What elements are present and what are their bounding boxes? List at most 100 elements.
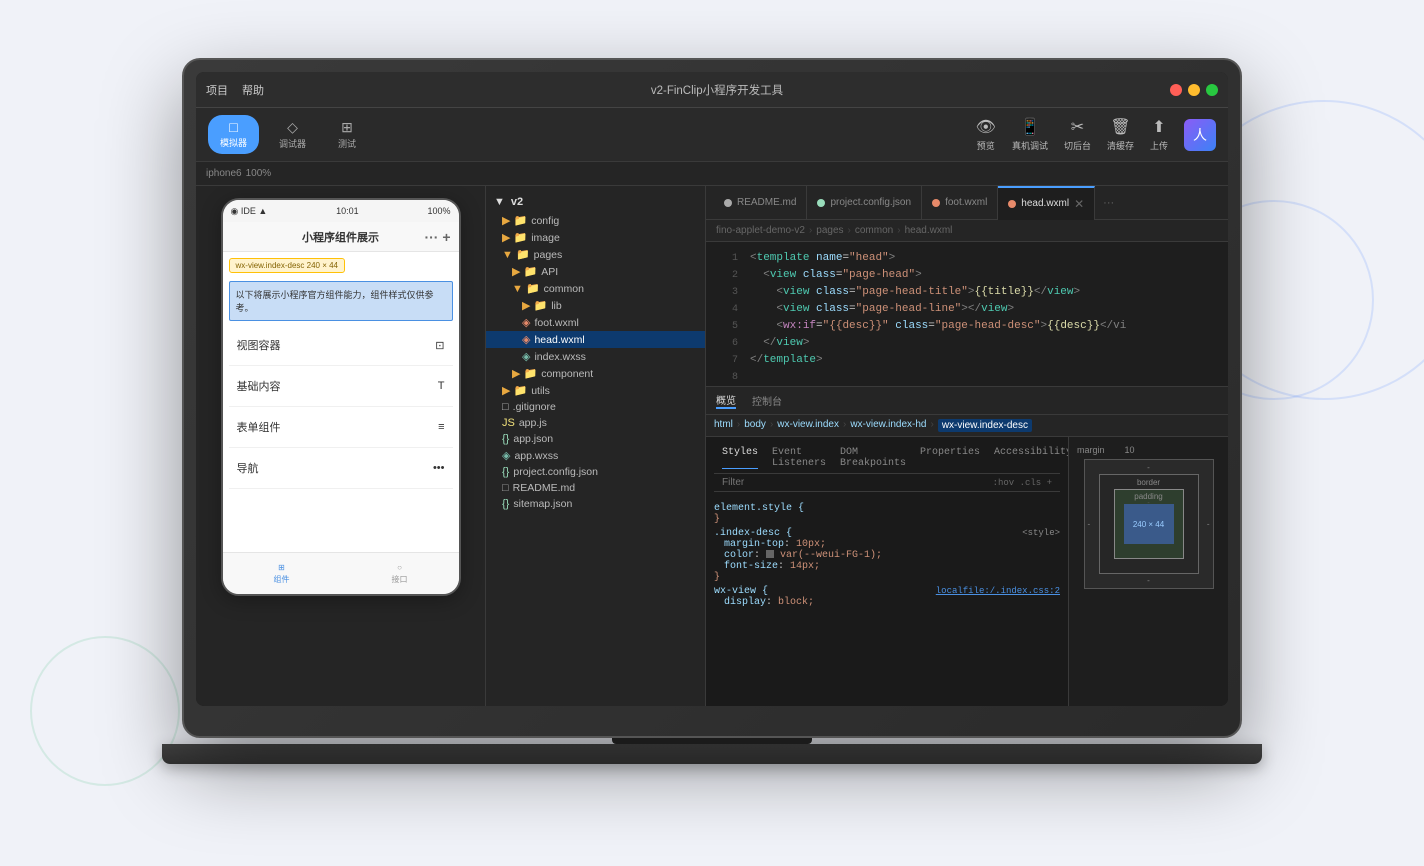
tree-gitignore[interactable]: □ .gitignore [486, 399, 705, 415]
project-tab-icon [817, 199, 825, 207]
foot-tab-icon [932, 199, 940, 207]
tree-app-json[interactable]: {} app.json [486, 431, 705, 447]
wxss-icon: ◈ [502, 449, 510, 462]
close-btn[interactable] [1170, 84, 1182, 96]
margin-label: margin [1077, 445, 1105, 455]
css-prop-display: display: block; [724, 597, 1060, 608]
list-item-4[interactable]: 导航 ••• [229, 448, 453, 489]
tree-project-config[interactable]: {} project.config.json [486, 464, 705, 480]
bottom-tab-overview[interactable]: 概览 [716, 392, 736, 409]
phone-content: wx-view.index-desc 240 × 44 以下将展示小程序官方组件… [223, 252, 459, 552]
nav-api[interactable]: ○ 接口 [341, 553, 459, 594]
event-tab[interactable]: Event Listeners [772, 447, 826, 469]
access-tab[interactable]: Accessibility [994, 447, 1068, 469]
action-preview[interactable]: 👁 预览 [976, 117, 996, 152]
toolbar-modes: □ 模拟器 ◇ 调试器 ⊞ 测试 [208, 115, 368, 154]
tree-app-wxss-label: app.wxss [514, 450, 558, 462]
nav-components[interactable]: ⊞ 组件 [223, 553, 341, 594]
tab-project-config[interactable]: project.config.json [807, 186, 922, 220]
tree-common[interactable]: ▼ 📁 common [486, 280, 705, 297]
code-line-6: 6 </view> [706, 335, 1228, 352]
tree-index-wxss[interactable]: ◈ index.wxss [486, 348, 705, 365]
tree-lib[interactable]: ▶ 📁 lib [486, 297, 705, 314]
filter-input[interactable] [722, 477, 993, 488]
tree-config[interactable]: ▶ 📁 config [486, 212, 705, 229]
path-body[interactable]: body [744, 419, 766, 432]
tree-sitemap[interactable]: {} sitemap.json [486, 496, 705, 512]
content-size: 240 × 44 [1133, 520, 1164, 529]
list-item-1[interactable]: 视图容器 ⊡ [229, 325, 453, 366]
css-source-link[interactable]: localfile:/.index.css:2 [936, 586, 1060, 597]
action-real[interactable]: 📱 真机调试 [1012, 117, 1048, 152]
more-icon[interactable]: ··· + [424, 229, 450, 245]
folder-icon: ▶ 📁 [512, 265, 537, 278]
cut-icon: ✂ [1071, 117, 1084, 137]
nav-api-label: 接口 [392, 574, 408, 585]
tree-app-js-label: app.js [519, 417, 547, 429]
tab-readme[interactable]: README.md [714, 186, 807, 220]
tree-image[interactable]: ▶ 📁 image [486, 229, 705, 246]
tree-head-wxml[interactable]: ◈ head.wxml [486, 331, 705, 348]
user-avatar[interactable]: 人 [1184, 119, 1216, 151]
tree-app-wxss[interactable]: ◈ app.wxss [486, 447, 705, 464]
css-wxview-props: display: block; [714, 597, 1060, 608]
tree-utils-label: utils [531, 385, 550, 397]
box-model-labels: margin 10 [1077, 445, 1135, 455]
path-html[interactable]: html [714, 419, 733, 432]
tree-component[interactable]: ▶ 📁 component [486, 365, 705, 382]
breadcrumb-sep-2: › [897, 225, 900, 236]
minimize-btn[interactable] [1188, 84, 1200, 96]
wxss-icon: ◈ [522, 350, 530, 363]
tab-head-wxml[interactable]: head.wxml ✕ [998, 186, 1095, 220]
tree-common-label: common [544, 283, 584, 295]
test-icon: ⊞ [341, 119, 353, 136]
tree-pages[interactable]: ▼ 📁 pages [486, 246, 705, 263]
menu-help[interactable]: 帮助 [242, 82, 264, 98]
dom-tab[interactable]: DOM Breakpoints [840, 447, 906, 469]
tree-utils[interactable]: ▶ 📁 utils [486, 382, 705, 399]
tree-app-js[interactable]: JS app.js [486, 415, 705, 431]
breadcrumb-0: fino-applet-demo-v2 [716, 225, 805, 236]
tree-head-wxml-label: head.wxml [534, 334, 584, 346]
file-panel: ▼ v2 ▶ 📁 config ▶ 📁 image ▼ 📁 [486, 186, 706, 706]
styles-tab[interactable]: Styles [722, 447, 758, 469]
list-item-4-icon: ••• [433, 462, 445, 474]
mode-debug[interactable]: ◇ 调试器 [267, 115, 318, 154]
css-prop-color: color: var(--weui-FG-1); [724, 550, 1060, 561]
phone-frame: ◉ IDE ▲ 10:01 100% 小程序组件展示 ··· + wx-view… [221, 198, 461, 596]
list-item-2[interactable]: 基础内容 T [229, 366, 453, 407]
laptop: 项目 帮助 v2-FinClip小程序开发工具 [162, 58, 1262, 808]
mode-test[interactable]: ⊞ 测试 [326, 115, 368, 154]
title-bar-center: v2-FinClip小程序开发工具 [264, 82, 1170, 98]
tabs-more[interactable]: ··· [1095, 197, 1122, 209]
code-line-4: 4 <view class="page-head-line"></view> [706, 301, 1228, 318]
box-content: 240 × 44 [1124, 504, 1174, 544]
maximize-btn[interactable] [1206, 84, 1218, 96]
preview-icon: 👁 [976, 117, 996, 137]
laptop-body: 项目 帮助 v2-FinClip小程序开发工具 [182, 58, 1242, 738]
tree-api[interactable]: ▶ 📁 API [486, 263, 705, 280]
tab-close-icon[interactable]: ✕ [1074, 197, 1084, 211]
path-index-desc[interactable]: wx-view.index-desc [938, 419, 1032, 432]
editor-panel: README.md project.config.json foot.wxml [706, 186, 1228, 706]
bottom-tab-console[interactable]: 控制台 [752, 393, 782, 408]
list-item-2-label: 基础内容 [237, 378, 281, 394]
mode-simulator[interactable]: □ 模拟器 [208, 115, 259, 154]
action-upload[interactable]: ⬆ 上传 [1150, 117, 1168, 152]
bottom-content: Styles Event Listeners DOM Breakpoints P… [706, 437, 1228, 706]
props-tab[interactable]: Properties [920, 447, 980, 469]
tree-foot-wxml[interactable]: ◈ foot.wxml [486, 314, 705, 331]
menu-project[interactable]: 项目 [206, 82, 228, 98]
css-rule-element: element.style { } [714, 503, 1060, 525]
tree-readme[interactable]: □ README.md [486, 480, 705, 496]
action-cut[interactable]: ✂ 切后台 [1064, 117, 1091, 152]
debug-icon: ◇ [287, 119, 298, 136]
path-index[interactable]: wx-view.index [777, 419, 839, 432]
action-clear[interactable]: 🗑 清缓存 [1107, 117, 1134, 152]
tab-foot-wxml[interactable]: foot.wxml [922, 186, 998, 220]
folder-icon: ▶ 📁 [502, 231, 527, 244]
code-area[interactable]: 1 <template name="head"> 2 <view class="… [706, 242, 1228, 386]
tree-project-config-label: project.config.json [513, 466, 598, 478]
path-index-hd[interactable]: wx-view.index-hd [850, 419, 926, 432]
list-item-3[interactable]: 表单组件 ≡ [229, 407, 453, 448]
